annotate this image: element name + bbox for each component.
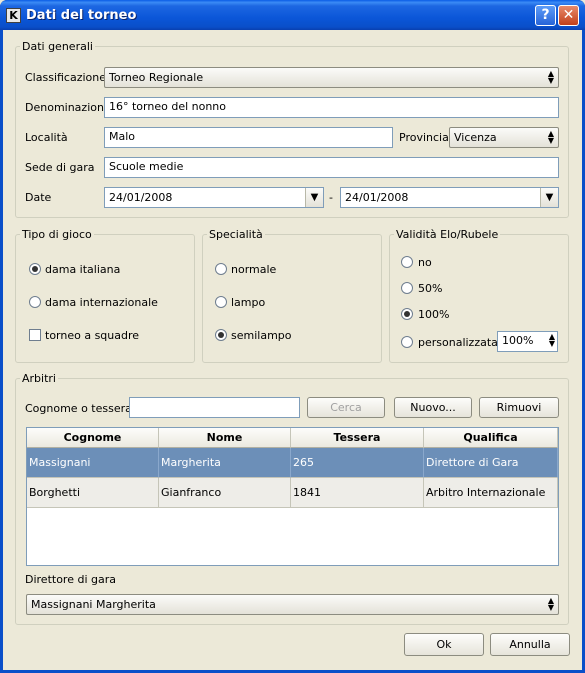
cell-nome: Gianfranco bbox=[159, 478, 291, 508]
specialita-group: Specialità bbox=[202, 228, 382, 363]
date-from-picker[interactable]: 24/01/2008 ▼ bbox=[104, 187, 324, 208]
personalizzata-label[interactable]: personalizzata bbox=[418, 336, 498, 349]
sede-label: Sede di gara bbox=[25, 161, 95, 174]
direttore-label: Direttore di gara bbox=[25, 573, 116, 586]
custom-validity-spinbox[interactable]: 100% ▲ ▼ bbox=[497, 331, 558, 352]
radio-dama-italiana[interactable] bbox=[29, 263, 41, 275]
ok-button[interactable]: Ok bbox=[404, 633, 484, 656]
tipo-legend: Tipo di gioco bbox=[22, 228, 92, 241]
provincia-label: Provincia bbox=[399, 131, 449, 144]
cerca-button[interactable]: Cerca bbox=[307, 397, 385, 418]
cell-qualifica: Direttore di Gara bbox=[424, 448, 558, 478]
dama-internazionale-label[interactable]: dama internazionale bbox=[45, 296, 158, 309]
chevron-down-icon[interactable]: ▼ bbox=[305, 188, 323, 207]
validita-legend: Validità Elo/Rubele bbox=[396, 228, 499, 241]
hundred-label[interactable]: 100% bbox=[418, 308, 449, 321]
localita-field[interactable]: Malo bbox=[104, 127, 393, 148]
date-separator: - bbox=[329, 191, 333, 204]
custom-validity-value: 100% bbox=[502, 334, 534, 347]
cell-cognome: Borghetti bbox=[27, 478, 159, 508]
radio-no[interactable] bbox=[401, 256, 413, 268]
fifty-label[interactable]: 50% bbox=[418, 282, 442, 295]
denominazione-label: Denominazione bbox=[25, 101, 111, 114]
cell-cognome: Massignani bbox=[27, 448, 159, 478]
lampo-label[interactable]: lampo bbox=[231, 296, 265, 309]
nuovo-button[interactable]: Nuovo... bbox=[394, 397, 472, 418]
radio-lampo[interactable] bbox=[215, 296, 227, 308]
sede-field[interactable]: Scuole medie bbox=[104, 157, 559, 178]
cell-qualifica: Arbitro Internazionale bbox=[424, 478, 558, 508]
localita-label: Località bbox=[25, 131, 68, 144]
direttore-value: Massignani Margherita bbox=[31, 598, 156, 611]
search-label: Cognome o tessera: bbox=[25, 402, 136, 415]
classificazione-value: Torneo Regionale bbox=[109, 71, 204, 84]
updown-arrows-icon: ▲ ▼ bbox=[547, 69, 554, 85]
cell-tessera: 1841 bbox=[291, 478, 424, 508]
classificazione-select[interactable]: Torneo Regionale ▲ ▼ bbox=[104, 67, 559, 88]
updown-arrows-icon: ▲ ▼ bbox=[547, 129, 554, 145]
arbitri-legend: Arbitri bbox=[22, 372, 56, 385]
rimuovi-button[interactable]: Rimuovi bbox=[479, 397, 559, 418]
denominazione-field[interactable]: 16° torneo del nonno bbox=[104, 97, 559, 118]
specialita-legend: Specialità bbox=[209, 228, 263, 241]
table-row[interactable]: Massignani Margherita 265 Direttore di G… bbox=[27, 448, 558, 478]
radio-100[interactable] bbox=[401, 308, 413, 320]
provincia-select[interactable]: Vicenza ▲ ▼ bbox=[449, 127, 559, 148]
squadre-label[interactable]: torneo a squadre bbox=[45, 329, 139, 342]
title-bar[interactable]: K Dati del torneo ? ✕ bbox=[0, 0, 585, 30]
radio-normale[interactable] bbox=[215, 263, 227, 275]
provincia-value: Vicenza bbox=[454, 131, 497, 144]
normale-label[interactable]: normale bbox=[231, 263, 276, 276]
col-qualifica[interactable]: Qualifica bbox=[424, 428, 558, 448]
dialog-body: Dati generali Classificazione Torneo Reg… bbox=[3, 30, 582, 670]
col-cognome[interactable]: Cognome bbox=[27, 428, 159, 448]
squadre-checkbox[interactable] bbox=[29, 329, 41, 341]
date-from-value: 24/01/2008 bbox=[109, 191, 173, 204]
date-label: Date bbox=[25, 191, 52, 204]
app-icon: K bbox=[6, 8, 21, 23]
classificazione-label: Classificazione bbox=[25, 71, 107, 84]
cell-tessera: 265 bbox=[291, 448, 424, 478]
window-title: Dati del torneo bbox=[26, 8, 137, 23]
no-label[interactable]: no bbox=[418, 256, 432, 269]
date-to-value: 24/01/2008 bbox=[345, 191, 409, 204]
chevron-down-icon[interactable]: ▼ bbox=[540, 188, 558, 207]
radio-semilampo[interactable] bbox=[215, 329, 227, 341]
help-button[interactable]: ? bbox=[535, 5, 556, 26]
search-input[interactable] bbox=[129, 397, 300, 418]
spin-arrows-icon[interactable]: ▲ ▼ bbox=[549, 333, 555, 348]
dama-italiana-label[interactable]: dama italiana bbox=[45, 263, 120, 276]
close-button[interactable]: ✕ bbox=[558, 5, 579, 26]
updown-arrows-icon: ▲ ▼ bbox=[547, 596, 554, 612]
date-to-picker[interactable]: 24/01/2008 ▼ bbox=[340, 187, 559, 208]
semilampo-label[interactable]: semilampo bbox=[231, 329, 292, 342]
cell-nome: Margherita bbox=[159, 448, 291, 478]
annulla-button[interactable]: Annulla bbox=[490, 633, 570, 656]
radio-dama-internazionale[interactable] bbox=[29, 296, 41, 308]
radio-50[interactable] bbox=[401, 282, 413, 294]
radio-personalizzata[interactable] bbox=[401, 336, 413, 348]
col-tessera[interactable]: Tessera bbox=[291, 428, 424, 448]
arbitri-table[interactable]: Cognome Nome Tessera Qualifica Massignan… bbox=[26, 427, 559, 566]
col-nome[interactable]: Nome bbox=[159, 428, 291, 448]
general-legend: Dati generali bbox=[22, 40, 93, 53]
dialog-window: K Dati del torneo ? ✕ Dati generali Clas… bbox=[0, 0, 585, 673]
direttore-select[interactable]: Massignani Margherita ▲ ▼ bbox=[26, 594, 559, 615]
table-row[interactable]: Borghetti Gianfranco 1841 Arbitro Intern… bbox=[27, 478, 558, 508]
